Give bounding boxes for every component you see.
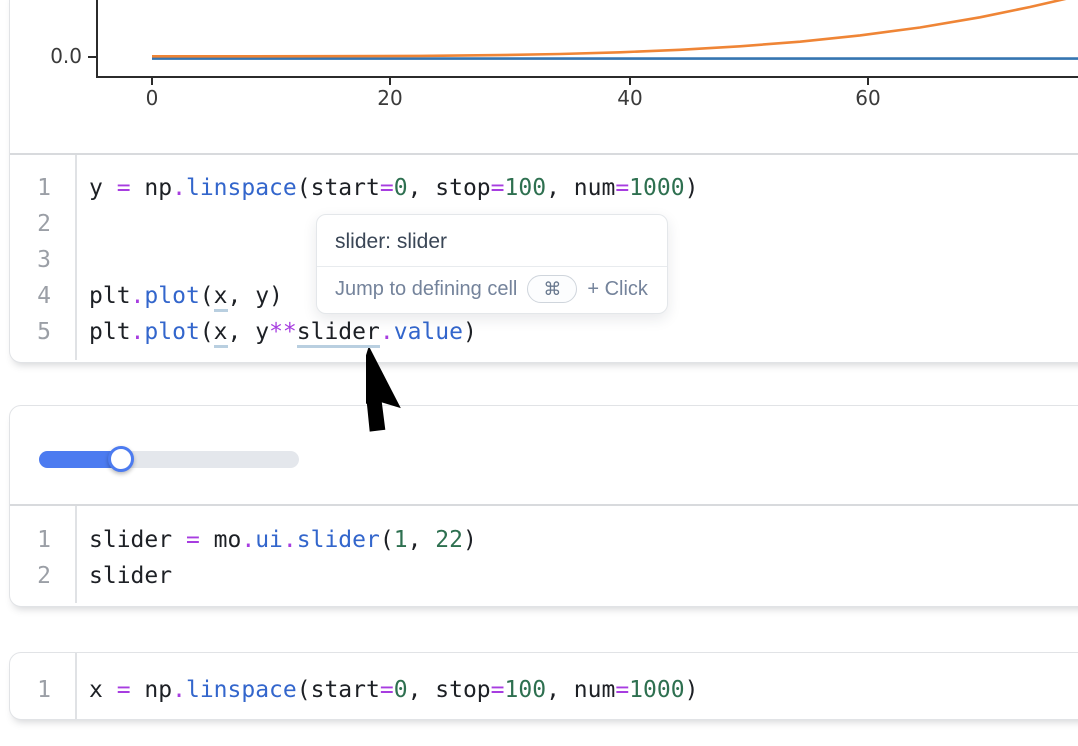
slider-thumb[interactable] bbox=[108, 446, 134, 472]
x-axis-tick-label: 40 bbox=[617, 86, 642, 110]
line-number: 3 bbox=[10, 242, 51, 278]
cell-x-definition: 1 x = np.linspace(start=0, stop=100, num… bbox=[9, 652, 1078, 720]
x-axis-tick-label: 60 bbox=[855, 86, 880, 110]
code-line[interactable]: y = np.linspace(start=0, stop=100, num=1… bbox=[89, 170, 1078, 206]
code-lines[interactable]: slider = mo.ui.slider(1, 22) slider bbox=[77, 506, 1078, 603]
tooltip-click-hint: + Click bbox=[587, 278, 648, 301]
line-number-gutter: 1 2 3 4 5 bbox=[10, 155, 77, 360]
tooltip-variable-name: slider: slider bbox=[317, 215, 667, 267]
code-editor[interactable]: 1 2 slider = mo.ui.slider(1, 22) slider bbox=[10, 506, 1078, 603]
x-axis-tick-label: 20 bbox=[377, 86, 402, 110]
line-number: 2 bbox=[10, 558, 51, 594]
code-lines[interactable]: x = np.linspace(start=0, stop=100, num=1… bbox=[77, 653, 1078, 719]
line-number-gutter: 1 bbox=[10, 653, 77, 719]
slider-widget[interactable] bbox=[39, 451, 299, 468]
x-axis-tick-label: 0 bbox=[146, 86, 159, 110]
line-number: 1 bbox=[10, 170, 51, 206]
code-line[interactable]: slider = mo.ui.slider(1, 22) bbox=[89, 522, 1078, 558]
line-number: 5 bbox=[10, 314, 51, 350]
slider-output-area bbox=[10, 406, 1078, 506]
y-axis-tick-label: 0.0 bbox=[40, 44, 82, 68]
line-number: 1 bbox=[10, 522, 51, 558]
plot-output-area bbox=[10, 0, 1078, 155]
tooltip-jump-hint: Jump to defining cell bbox=[335, 278, 517, 301]
code-line[interactable]: slider bbox=[89, 558, 1078, 594]
line-number: 2 bbox=[10, 206, 51, 242]
command-key-icon: ⌘ bbox=[527, 275, 577, 303]
line-number: 1 bbox=[10, 672, 51, 708]
variable-tooltip: slider: slider Jump to defining cell ⌘ +… bbox=[316, 214, 668, 314]
cell-slider: 1 2 slider = mo.ui.slider(1, 22) slider bbox=[9, 405, 1078, 607]
line-number: 4 bbox=[10, 278, 51, 314]
line-number-gutter: 1 2 bbox=[10, 506, 77, 603]
notebook-page: 1 2 3 4 5 y = np.linspace(start=0, stop=… bbox=[0, 0, 1078, 746]
code-line[interactable]: plt.plot(x, y**slider.value) bbox=[89, 314, 1078, 350]
code-line[interactable]: x = np.linspace(start=0, stop=100, num=1… bbox=[89, 672, 1078, 708]
code-editor[interactable]: 1 x = np.linspace(start=0, stop=100, num… bbox=[10, 653, 1078, 719]
